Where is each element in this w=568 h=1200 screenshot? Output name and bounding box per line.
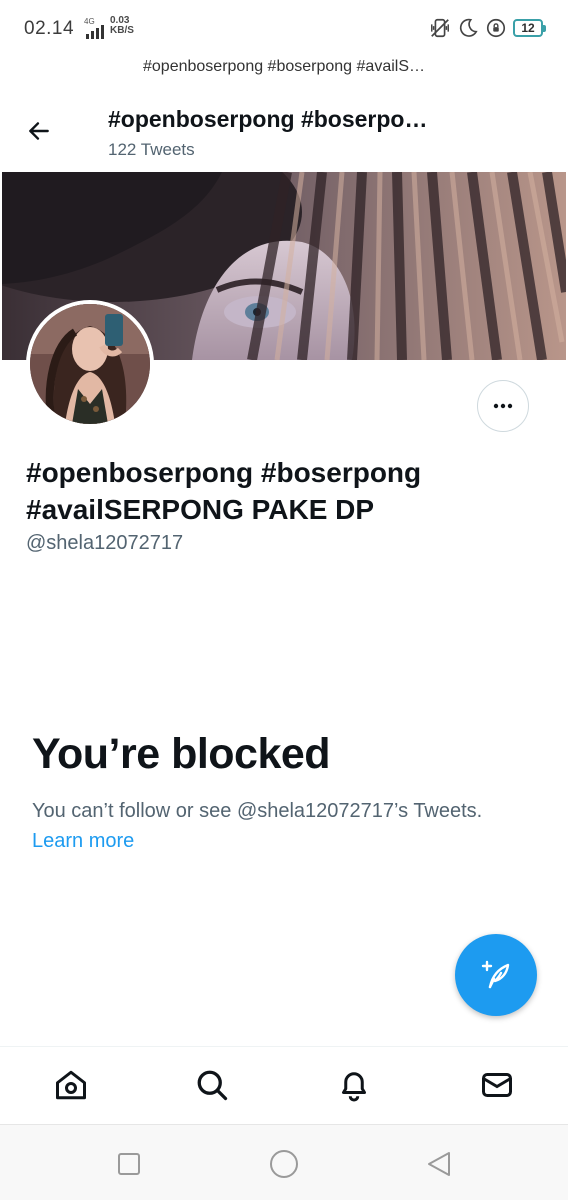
vibrate-icon	[431, 18, 449, 38]
bottom-navigation	[0, 1046, 568, 1124]
compose-tweet-icon	[481, 960, 510, 989]
network-type: 4G	[84, 17, 95, 26]
rotation-lock-icon	[486, 18, 506, 38]
status-time: 02.14	[24, 18, 75, 39]
nav-messages[interactable]	[477, 1065, 517, 1105]
compose-tweet-button[interactable]	[455, 934, 537, 1016]
system-back-button[interactable]	[422, 1147, 456, 1181]
messages-envelope-icon	[482, 1073, 512, 1097]
system-navigation-bar	[0, 1124, 568, 1200]
arrow-left-icon	[29, 122, 49, 140]
profile-avatar[interactable]	[26, 300, 154, 428]
blocked-message: You can’t follow or see @shela12072717’s…	[32, 800, 483, 822]
header-title: #openboserpong #boserpo…	[108, 106, 428, 132]
profile-header: #openboserpong #boserpo… 122 Tweets	[0, 96, 568, 170]
home-icon	[56, 1070, 86, 1100]
profile-handle: @shela12072717	[26, 532, 184, 554]
battery-icon: 12	[513, 19, 546, 37]
profile-display-name: #openboserpong #boserpong #availSERPONG …	[26, 457, 422, 525]
back-button[interactable]	[22, 114, 56, 148]
signal-icon: 4G	[82, 14, 108, 42]
network-speed: 0.03 KB/S	[110, 16, 134, 36]
more-horizontal-icon	[493, 403, 513, 409]
back-triangle-icon	[428, 1152, 450, 1176]
moon-icon	[459, 18, 478, 37]
status-right-icons: 12	[429, 16, 546, 40]
avatar-image	[30, 304, 150, 424]
system-home-button[interactable]	[267, 1147, 301, 1181]
status-bar: 02.14 4G 0.03 KB/S 12	[0, 0, 568, 56]
tweet-count: 122 Tweets	[108, 140, 195, 159]
nav-home[interactable]	[51, 1065, 91, 1105]
search-icon	[197, 1070, 228, 1101]
notifications-bell-icon	[342, 1072, 366, 1102]
battery-level: 12	[513, 19, 543, 37]
recent-apps-square-icon	[118, 1153, 140, 1175]
top-hashtag-strip: #openboserpong #boserpong #availS…	[143, 58, 425, 75]
more-options-button[interactable]	[477, 380, 529, 432]
nav-notifications[interactable]	[334, 1065, 374, 1105]
home-circle-icon	[270, 1150, 298, 1178]
speed-unit: KB/S	[110, 25, 134, 36]
blocked-title: You’re blocked	[32, 730, 331, 778]
recent-apps-button[interactable]	[112, 1147, 146, 1181]
nav-search[interactable]	[192, 1065, 232, 1105]
learn-more-link[interactable]: Learn more	[32, 830, 134, 853]
